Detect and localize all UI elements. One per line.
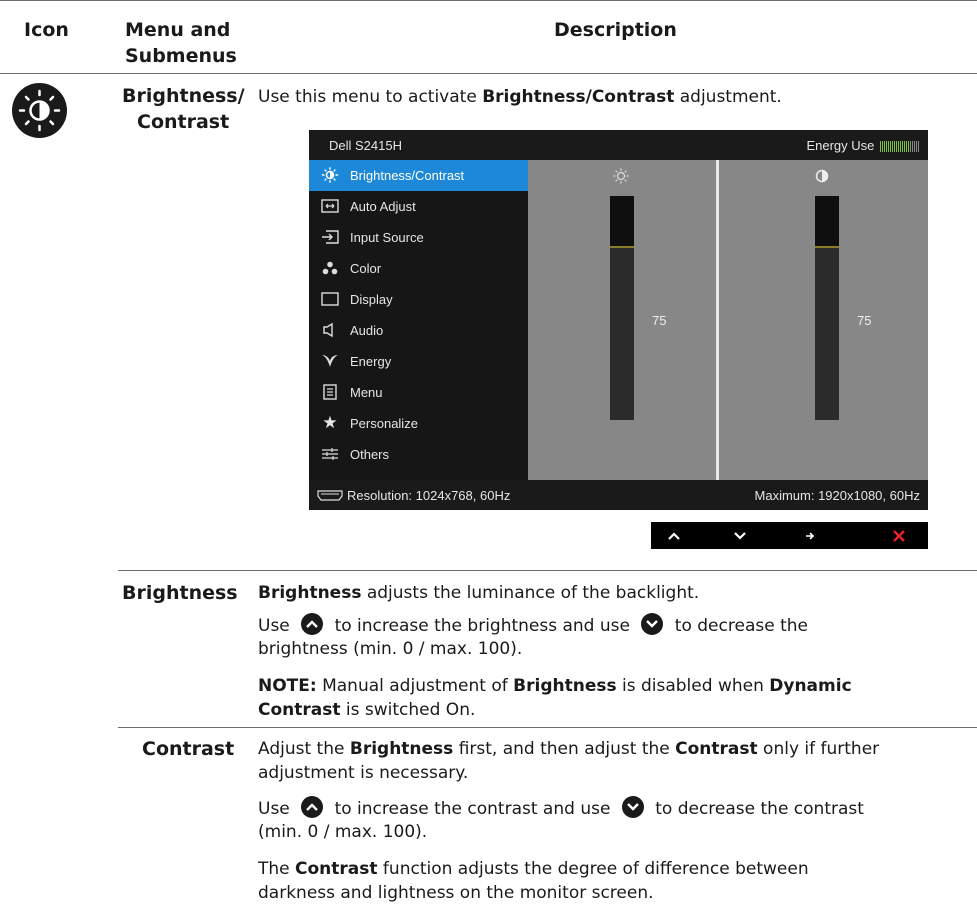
osd-menu-item-audio[interactable]: Audio (309, 315, 528, 346)
up-arrow-icon[interactable] (659, 524, 689, 546)
osd-menu: Brightness/Contrast Auto Adjust Input So… (309, 160, 528, 480)
contrast-desc-6: darkness and lightness on the monitor sc… (258, 883, 654, 903)
sun-outline-icon (612, 168, 630, 188)
osd-menu-item-others[interactable]: Others (309, 439, 528, 470)
osd-menu-label: Display (350, 292, 393, 307)
osd-footer: Resolution: 1024x768, 60Hz Maximum: 1920… (309, 480, 928, 510)
osd-menu-label: Energy (350, 354, 392, 369)
brightness-note-1: NOTE: Manual adjustment of Brightness is… (258, 676, 852, 696)
leaf-icon (321, 353, 339, 369)
osd-key-bar (651, 522, 928, 549)
header-rule (0, 73, 977, 74)
brightness-label: Brightness (122, 582, 238, 604)
brightness-slider[interactable] (610, 196, 634, 420)
auto-adjust-icon (321, 198, 339, 214)
osd-menu-label: Color (350, 261, 382, 276)
osd-menu-item-menu[interactable]: Menu (309, 377, 528, 408)
osd-menu-item-auto-adjust[interactable]: Auto Adjust (309, 191, 528, 222)
osd-maximum: Maximum: 1920x1080, 60Hz (754, 488, 920, 503)
osd-screenshot: Dell S2415H Energy Use Brightness/Contra… (309, 130, 928, 510)
contrast-icon (815, 168, 829, 187)
osd-menu-item-energy[interactable]: Energy (309, 346, 528, 377)
contrast-desc-3: Use to increase the contrast and use to … (258, 796, 864, 821)
input-source-icon (321, 229, 339, 245)
osd-resolution: Resolution: 1024x768, 60Hz (347, 488, 511, 503)
header-menu-line2: Submenus (125, 45, 237, 67)
osd-menu-item-color[interactable]: Color (309, 253, 528, 284)
contrast-value: 75 (857, 313, 872, 328)
right-arrow-icon[interactable] (795, 524, 825, 546)
star-icon: ★ (322, 413, 338, 432)
down-button-icon (621, 796, 644, 818)
down-button-icon (641, 613, 664, 635)
osd-energy-use: Energy Use (806, 138, 920, 155)
osd-menu-item-display[interactable]: Display (309, 284, 528, 315)
contrast-label: Contrast (142, 738, 235, 760)
contrast-desc-4: (min. 0 / max. 100). (258, 822, 428, 842)
osd-menu-label: Menu (350, 385, 383, 400)
brightness-desc-2: Use to increase the brightness and use t… (258, 613, 808, 638)
menu-icon (321, 384, 339, 400)
osd-title-bar: Dell S2415H Energy Use (309, 130, 928, 160)
brightness-panel: 75 (528, 160, 716, 480)
header-description: Description (554, 19, 677, 41)
up-button-icon (301, 796, 324, 818)
sliders-icon (321, 446, 339, 462)
brightness-note-2: Contrast is switched On. (258, 700, 476, 720)
section-rule-1 (118, 570, 977, 571)
osd-menu-label: Audio (350, 323, 384, 338)
section-rule-2 (118, 727, 977, 728)
osd-menu-label: Personalize (350, 416, 418, 431)
main-description: Use this menu to activate Brightness/Con… (258, 87, 782, 107)
sun-icon (321, 167, 339, 183)
menu-label-line2: Contrast (137, 111, 230, 133)
contrast-slider[interactable] (815, 196, 839, 420)
osd-menu-label: Brightness/Contrast (350, 168, 465, 183)
color-icon (321, 260, 339, 276)
close-icon[interactable] (884, 524, 914, 546)
brightness-desc-3: brightness (min. 0 / max. 100). (258, 639, 523, 659)
brightness-value: 75 (652, 313, 667, 328)
osd-menu-item-brightness-contrast[interactable]: Brightness/Contrast (309, 160, 528, 191)
contrast-desc-2: adjustment is necessary. (258, 763, 469, 783)
display-icon (321, 291, 339, 307)
speaker-icon (321, 322, 339, 338)
osd-menu-label: Input Source (350, 230, 424, 245)
energy-meter (880, 140, 920, 155)
header-icon: Icon (24, 19, 69, 41)
header-menu-line1: Menu and (125, 19, 231, 41)
top-rule (0, 0, 977, 1)
contrast-desc-1: Adjust the Brightness first, and then ad… (258, 739, 880, 759)
brightness-contrast-icon (12, 83, 67, 138)
contrast-panel: 75 (719, 160, 928, 480)
menu-label-line1: Brightness/ (122, 85, 245, 107)
down-arrow-icon[interactable] (725, 524, 755, 546)
osd-model: Dell S2415H (329, 138, 402, 153)
hdmi-icon (317, 489, 343, 504)
osd-menu-item-input-source[interactable]: Input Source (309, 222, 528, 253)
brightness-desc-1: Brightness adjusts the luminance of the … (258, 583, 700, 603)
osd-menu-label: Auto Adjust (350, 199, 416, 214)
up-button-icon (301, 613, 324, 635)
contrast-desc-5: The Contrast function adjusts the degree… (258, 859, 809, 879)
osd-menu-item-personalize[interactable]: ★ Personalize (309, 408, 528, 439)
osd-menu-label: Others (350, 447, 390, 462)
